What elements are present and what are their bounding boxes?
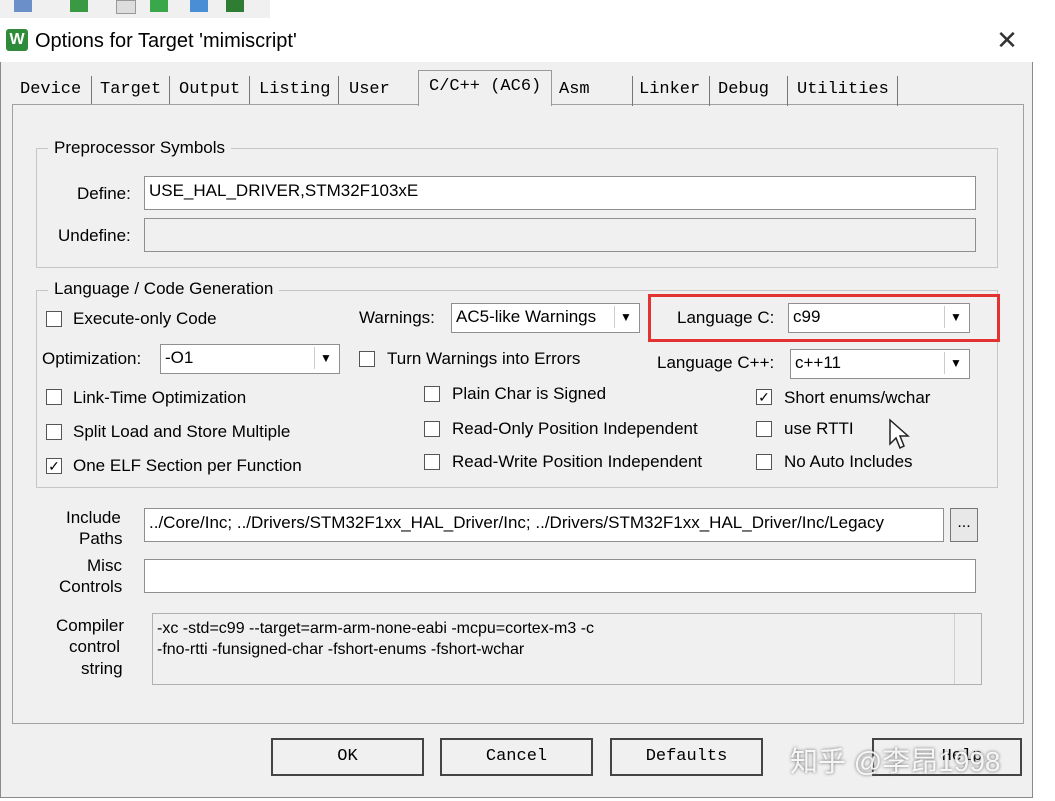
- toolbar-manage-icon[interactable]: [226, 0, 244, 12]
- turn-warnings-checkbox[interactable]: [359, 351, 375, 367]
- one-elf-label: One ELF Section per Function: [73, 456, 302, 475]
- include-label-line1: Include: [66, 508, 121, 527]
- define-input[interactable]: USE_HAL_DRIVER,STM32F103xE: [144, 176, 976, 210]
- warnings-select[interactable]: AC5-like Warnings ▼: [451, 303, 640, 333]
- rw-pi-checkbox[interactable]: [424, 454, 440, 470]
- ro-pi-label: Read-Only Position Independent: [452, 419, 698, 438]
- use-rtti-label: use RTTI: [784, 419, 854, 438]
- tab-user[interactable]: User: [343, 76, 415, 106]
- tab-target[interactable]: Target: [94, 76, 170, 106]
- language-cpp-label: Language C++:: [657, 353, 775, 372]
- use-rtti-checkbox[interactable]: [756, 421, 772, 437]
- optimization-label: Optimization:: [42, 349, 142, 368]
- toolbar-options-icon[interactable]: [70, 0, 88, 12]
- warnings-label: Warnings:: [359, 308, 435, 327]
- mouse-cursor-icon: [889, 418, 910, 450]
- ok-button[interactable]: OK: [271, 738, 424, 776]
- ro-pi-checkbox[interactable]: [424, 421, 440, 437]
- tab-debug[interactable]: Debug: [712, 76, 788, 106]
- compiler-string-line2: -fno-rtti -funsigned-char -fshort-enums …: [157, 641, 525, 658]
- preprocessor-legend: Preprocessor Symbols: [48, 138, 232, 158]
- execute-only-checkbox[interactable]: [46, 311, 62, 327]
- language-legend: Language / Code Generation: [48, 279, 280, 299]
- turn-warnings-label: Turn Warnings into Errors: [387, 349, 581, 368]
- optimization-value: -O1: [165, 348, 194, 367]
- link-time-label: Link-Time Optimization: [73, 388, 247, 407]
- no-auto-includes-label: No Auto Includes: [784, 452, 913, 471]
- rw-pi-label: Read-Write Position Independent: [452, 452, 703, 471]
- tab-output[interactable]: Output: [173, 76, 250, 106]
- tab-device[interactable]: Device: [14, 76, 92, 106]
- misc-label-line1: Misc: [87, 556, 122, 575]
- tab-listing[interactable]: Listing: [253, 76, 339, 106]
- one-elf-checkbox[interactable]: ✓: [46, 458, 62, 474]
- toolbar-download-icon[interactable]: [150, 0, 168, 12]
- chevron-down-icon[interactable]: ▼: [614, 306, 637, 328]
- toolbar-arrow-icon[interactable]: [190, 0, 208, 12]
- short-enums-checkbox[interactable]: ✓: [756, 389, 772, 405]
- defaults-button[interactable]: Defaults: [610, 738, 763, 776]
- misc-label-line2: Controls: [59, 577, 123, 596]
- no-auto-includes-checkbox[interactable]: [756, 454, 772, 470]
- undefine-label: Undefine:: [58, 226, 131, 245]
- tab-c-cpp-ac6[interactable]: C/C++ (AC6): [418, 70, 552, 106]
- toolbar-file-icon[interactable]: [116, 0, 136, 14]
- cancel-button[interactable]: Cancel: [440, 738, 593, 776]
- tab-utilities[interactable]: Utilities: [791, 76, 898, 106]
- include-browse-button[interactable]: ...: [950, 508, 978, 542]
- chevron-down-icon[interactable]: ▼: [944, 352, 967, 374]
- define-label: Define:: [77, 184, 131, 203]
- language-c-highlight-box: [648, 294, 1000, 342]
- language-cpp-select[interactable]: c++11 ▼: [790, 349, 970, 379]
- include-paths-input[interactable]: ../Core/Inc; ../Drivers/STM32F1xx_HAL_Dr…: [144, 508, 944, 542]
- plain-char-label: Plain Char is Signed: [452, 384, 607, 403]
- plain-char-checkbox[interactable]: [424, 386, 440, 402]
- compiler-label-line1: Compiler: [56, 616, 125, 635]
- compiler-label-line3: string: [81, 659, 123, 678]
- split-load-checkbox[interactable]: [46, 424, 62, 440]
- short-enums-label: Short enums/wchar: [784, 388, 931, 407]
- tab-linker[interactable]: Linker: [632, 76, 710, 106]
- compiler-string-scrollbar[interactable]: [954, 614, 983, 684]
- tab-asm[interactable]: Asm: [553, 76, 627, 106]
- optimization-select[interactable]: -O1 ▼: [160, 344, 340, 374]
- include-label-line2: Paths: [79, 529, 123, 548]
- keil-app-icon: W: [6, 29, 28, 51]
- undefine-input[interactable]: [144, 218, 976, 252]
- compiler-string-line1: -xc -std=c99 --target=arm-arm-none-eabi …: [157, 620, 595, 637]
- language-cpp-value: c++11: [795, 353, 842, 372]
- chevron-down-icon[interactable]: ▼: [314, 347, 337, 369]
- split-load-label: Split Load and Store Multiple: [73, 422, 291, 441]
- dialog-title: Options for Target 'mimiscript': [35, 30, 297, 52]
- watermark: 知乎 @李昂1998: [790, 746, 1001, 777]
- toolbar-tool-icon[interactable]: [14, 0, 32, 12]
- compiler-control-string[interactable]: -xc -std=c99 --target=arm-arm-none-eabi …: [152, 613, 982, 685]
- close-button[interactable]: ✕: [990, 26, 1024, 54]
- misc-controls-input[interactable]: [144, 559, 976, 593]
- execute-only-label: Execute-only Code: [73, 309, 217, 328]
- link-time-checkbox[interactable]: [46, 389, 62, 405]
- warnings-value: AC5-like Warnings: [456, 307, 597, 326]
- compiler-label-line2: control: [69, 637, 121, 656]
